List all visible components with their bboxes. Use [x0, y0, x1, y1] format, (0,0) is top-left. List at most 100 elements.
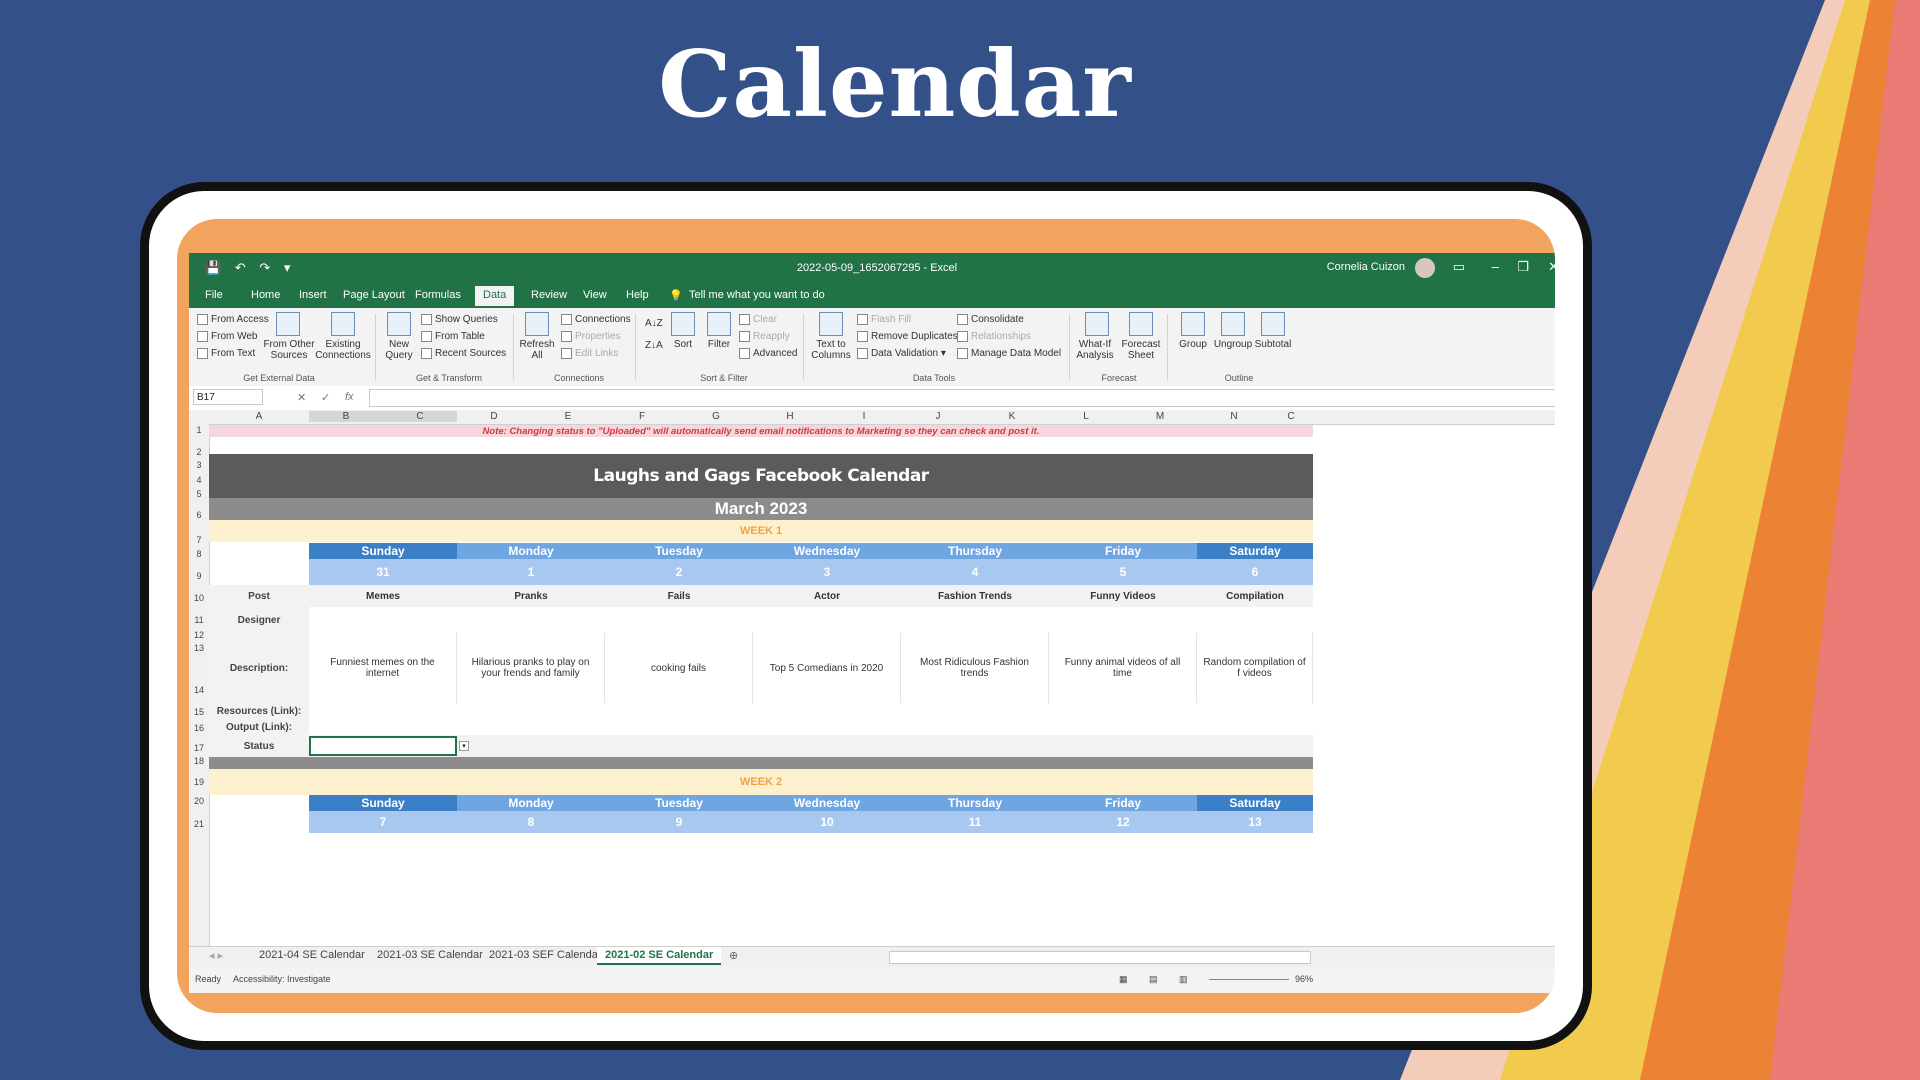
description-cell[interactable]: Random compilation of f videos	[1197, 633, 1313, 703]
description-cell[interactable]: Most Ridiculous Fashion trends	[901, 633, 1049, 703]
column-header[interactable]: J	[901, 411, 975, 422]
new-query-button[interactable]: New Query	[381, 339, 417, 361]
page-layout-view-icon[interactable]: ▤	[1149, 974, 1158, 985]
row-header[interactable]: 5	[189, 489, 209, 499]
label-post[interactable]: Post	[209, 585, 309, 607]
flash-fill-button[interactable]: Flash Fill	[857, 314, 911, 325]
tab-help[interactable]: Help	[626, 289, 649, 301]
column-header[interactable]: C	[383, 411, 457, 422]
topic-cell[interactable]: Pranks	[457, 585, 605, 607]
description-cell[interactable]: Hilarious pranks to play on your frends …	[457, 633, 605, 703]
date-cell[interactable]: 31	[309, 559, 457, 585]
from-text-button[interactable]: From Text	[197, 348, 255, 359]
label-description[interactable]: Description:	[209, 633, 309, 703]
page-break-view-icon[interactable]: ▥	[1179, 974, 1188, 985]
remove-duplicates-button[interactable]: Remove Duplicates	[857, 331, 958, 342]
date-cell[interactable]: 7	[309, 811, 457, 833]
topic-cell[interactable]: Fails	[605, 585, 753, 607]
date-cell[interactable]: 4	[901, 559, 1049, 585]
row-header[interactable]: 16	[189, 723, 209, 733]
group-button[interactable]: Group	[1173, 339, 1213, 350]
day-header-wednesday[interactable]: Wednesday	[753, 795, 901, 811]
topic-cell[interactable]: Memes	[309, 585, 457, 607]
date-cell[interactable]: 5	[1049, 559, 1197, 585]
label-resources[interactable]: Resources (Link):	[209, 703, 309, 719]
from-other-sources-button[interactable]: From Other Sources	[261, 339, 317, 361]
row-header[interactable]: 14	[189, 685, 209, 695]
zoom-level[interactable]: 96%	[1295, 974, 1313, 984]
recent-sources-button[interactable]: Recent Sources	[421, 348, 506, 359]
row-header[interactable]: 13	[189, 643, 209, 653]
topic-cell[interactable]: Fashion Trends	[901, 585, 1049, 607]
day-header-wednesday[interactable]: Wednesday	[753, 543, 901, 559]
properties-button[interactable]: Properties	[561, 331, 621, 342]
tab-data[interactable]: Data	[475, 286, 515, 306]
user-name[interactable]: Cornelia Cuizon	[1327, 261, 1405, 273]
description-cell[interactable]: Funniest memes on the internet	[309, 633, 457, 703]
row-header[interactable]: 8	[189, 549, 209, 559]
name-box[interactable]: B17	[193, 389, 263, 405]
topic-cell[interactable]: Actor	[753, 585, 901, 607]
insert-function-icon[interactable]: fx	[345, 391, 354, 403]
tab-home[interactable]: Home	[251, 289, 280, 301]
status-dropdown-selected[interactable]	[309, 736, 457, 756]
accessibility-status[interactable]: Accessibility: Investigate	[233, 974, 331, 984]
note-banner[interactable]: Note: Changing status to "Uploaded" will…	[209, 425, 1313, 437]
column-header[interactable]: C	[1271, 411, 1311, 422]
row-header[interactable]: 18	[189, 756, 209, 766]
week-2-header[interactable]: WEEK 2	[209, 769, 1313, 795]
clear-filter-button[interactable]: Clear	[739, 314, 777, 325]
column-header[interactable]: L	[1049, 411, 1123, 422]
tab-view[interactable]: View	[583, 289, 607, 301]
add-sheet-icon[interactable]: ⊕	[729, 949, 738, 962]
day-header-friday[interactable]: Friday	[1049, 795, 1197, 811]
date-cell[interactable]: 9	[605, 811, 753, 833]
enter-icon[interactable]: ✓	[321, 391, 330, 404]
prev-sheet-icon[interactable]: ◂ ▸	[209, 949, 223, 962]
date-cell[interactable]: 1	[457, 559, 605, 585]
label-status[interactable]: Status	[209, 735, 309, 757]
column-header[interactable]: A	[209, 411, 309, 422]
day-header-friday[interactable]: Friday	[1049, 543, 1197, 559]
day-header-tuesday[interactable]: Tuesday	[605, 543, 753, 559]
date-cell[interactable]: 8	[457, 811, 605, 833]
label-designer[interactable]: Designer	[209, 607, 309, 633]
label-output[interactable]: Output (Link):	[209, 719, 309, 735]
description-cell[interactable]: Funny animal videos of all time	[1049, 633, 1197, 703]
day-header-thursday[interactable]: Thursday	[901, 795, 1049, 811]
tab-page-layout[interactable]: Page Layout	[343, 289, 405, 301]
calendar-title[interactable]: Laughs and Gags Facebook Calendar	[209, 454, 1313, 498]
day-header-tuesday[interactable]: Tuesday	[605, 795, 753, 811]
formula-input[interactable]	[369, 389, 1555, 407]
connections-button[interactable]: Connections	[561, 314, 631, 325]
column-header[interactable]: G	[679, 411, 753, 422]
subtotal-button[interactable]: Subtotal	[1251, 339, 1295, 350]
month-header[interactable]: March 2023	[209, 498, 1313, 520]
date-cell[interactable]: 13	[1197, 811, 1313, 833]
topic-cell[interactable]: Compilation	[1197, 585, 1313, 607]
day-header-thursday[interactable]: Thursday	[901, 543, 1049, 559]
row-header[interactable]: 6	[189, 510, 209, 520]
reapply-button[interactable]: Reapply	[739, 331, 790, 342]
date-cell[interactable]: 11	[901, 811, 1049, 833]
date-cell[interactable]: 6	[1197, 559, 1313, 585]
row-header[interactable]: 2	[189, 447, 209, 457]
day-header-monday[interactable]: Monday	[457, 795, 605, 811]
description-cell[interactable]: Top 5 Comedians in 2020	[753, 633, 901, 703]
date-cell[interactable]: 10	[753, 811, 901, 833]
column-header[interactable]: M	[1123, 411, 1197, 422]
tab-formulas[interactable]: Formulas	[415, 289, 461, 301]
sheet-tab[interactable]: 2021-03 SEF Calendar	[489, 949, 602, 961]
day-header-saturday[interactable]: Saturday	[1197, 795, 1313, 811]
row-header[interactable]: 20	[189, 796, 209, 806]
tab-review[interactable]: Review	[531, 289, 567, 301]
description-cell[interactable]: cooking fails	[605, 633, 753, 703]
from-web-button[interactable]: From Web	[197, 331, 258, 342]
ungroup-button[interactable]: Ungroup	[1211, 339, 1255, 350]
row-header[interactable]: 15	[189, 707, 209, 717]
row-header[interactable]: 12	[189, 630, 209, 640]
sheet-tab[interactable]: 2021-04 SE Calendar	[259, 949, 365, 961]
zoom-slider[interactable]	[1209, 979, 1289, 980]
row-header[interactable]: 11	[189, 615, 209, 625]
from-access-button[interactable]: From Access	[197, 314, 269, 325]
